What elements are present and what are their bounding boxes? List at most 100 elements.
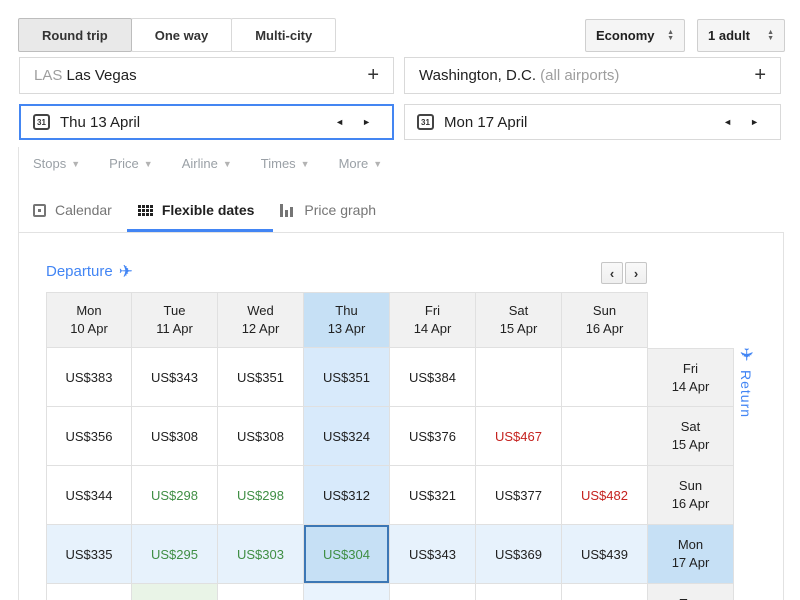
fare-cell[interactable] [46,584,132,600]
fare-cell[interactable] [132,584,218,600]
col-header-13-apr[interactable]: Thu13 Apr [304,292,390,348]
next-week-button[interactable]: › [625,262,647,284]
fare-cell[interactable]: US$303 [218,525,304,584]
matrix-header-row: Mon10 AprTue11 AprWed12 AprThu13 AprFri1… [46,292,735,348]
fare-cell[interactable]: US$384 [390,348,476,407]
chevron-down-icon: ▼ [301,159,310,169]
spinner-icon: ▲▼ [667,30,674,42]
fare-cell[interactable]: US$351 [218,348,304,407]
col-header-11-apr[interactable]: Tue11 Apr [132,292,218,348]
tab-price-graph[interactable]: Price graph [280,197,376,223]
calendar-icon: 31 [33,114,50,130]
passenger-select[interactable]: 1 adult ▲▼ [697,19,785,52]
destination-note: (all airports) [540,67,619,84]
fare-cell[interactable]: US$298 [218,466,304,525]
filter-bar: Stops▼ Price▼ Airline▼ Times▼ More▼ [33,156,382,171]
fare-cell[interactable]: US$308 [218,407,304,466]
add-destination-button[interactable]: + [744,64,766,87]
destination-text: Washington, D.C. (all airports) [419,67,744,84]
col-header-15-apr[interactable]: Sat15 Apr [476,292,562,348]
return-date-value: Mon 17 April [444,114,714,131]
stops-filter[interactable]: Stops▼ [33,156,80,171]
fare-cell[interactable]: US$439 [562,525,648,584]
return-plane-icon: ✈ [738,347,755,361]
fare-cell[interactable] [304,584,390,600]
row-header-15-apr[interactable]: Sat15 Apr [648,407,734,466]
row-header-17-apr[interactable]: Mon17 Apr [648,525,734,584]
departure-prev-day-button[interactable]: ◄ [326,113,353,131]
departure-next-day-button[interactable]: ► [353,113,380,131]
col-header-16-apr[interactable]: Sun16 Apr [562,292,648,348]
return-next-day-button[interactable]: ► [741,113,768,131]
grid-icon [138,205,153,216]
one-way-button[interactable]: One way [131,18,232,52]
departure-axis-label: Departure ✈ [46,263,133,280]
fare-cell[interactable]: US$312 [304,466,390,525]
spinner-icon: ▲▼ [767,30,774,42]
fare-cell[interactable] [562,348,648,407]
fare-cell[interactable]: US$351 [304,348,390,407]
header-spacer [648,292,734,348]
cabin-select[interactable]: Economy ▲▼ [585,19,685,52]
col-header-12-apr[interactable]: Wed12 Apr [218,292,304,348]
fare-cell[interactable] [562,584,648,600]
matrix-pager: ‹ › [601,262,647,284]
fare-cell[interactable] [562,407,648,466]
price-filter[interactable]: Price▼ [109,156,153,171]
chevron-down-icon: ▼ [223,159,232,169]
fare-cell[interactable]: US$344 [46,466,132,525]
fare-cell[interactable] [476,348,562,407]
col-header-10-apr[interactable]: Mon10 Apr [46,292,132,348]
multi-city-button[interactable]: Multi-city [231,18,336,52]
times-filter[interactable]: Times▼ [261,156,310,171]
fare-cell[interactable]: US$298 [132,466,218,525]
fare-cell[interactable]: US$377 [476,466,562,525]
fare-cell[interactable]: US$369 [476,525,562,584]
airline-filter[interactable]: Airline▼ [182,156,232,171]
chevron-down-icon: ▼ [71,159,80,169]
more-filter[interactable]: More▼ [339,156,383,171]
col-header-14-apr[interactable]: Fri14 Apr [390,292,476,348]
active-tab-underline [127,229,273,232]
departure-date-field[interactable]: 31 Thu 13 April ◄ ► [19,104,394,140]
fare-cell[interactable]: US$295 [132,525,218,584]
fare-cell[interactable] [390,584,476,600]
origin-field[interactable]: LAS Las Vegas + [19,57,394,94]
row-header-16-apr[interactable]: Sun16 Apr [648,466,734,525]
add-origin-button[interactable]: + [357,64,379,87]
return-axis-label: ✈ Return [738,346,754,418]
origin-text: LAS Las Vegas [34,67,357,84]
flexible-dates-panel: Departure ✈ ‹ › Mon10 AprTue11 AprWed12 … [18,232,784,600]
fare-cell[interactable]: US$482 [562,466,648,525]
fare-cell[interactable]: US$308 [132,407,218,466]
matrix-row: US$356US$308US$308US$324US$376US$467Sat1… [46,407,735,466]
fare-cell[interactable]: US$304 [304,525,390,584]
row-header-14-apr[interactable]: Fri14 Apr [648,348,734,407]
fare-cell[interactable]: US$321 [390,466,476,525]
fare-cell[interactable] [476,584,562,600]
return-date-field[interactable]: 31 Mon 17 April ◄ ► [404,104,781,140]
origin-airport-code: LAS [34,67,62,84]
fare-cell[interactable]: US$343 [132,348,218,407]
fare-cell[interactable]: US$343 [390,525,476,584]
fare-cell[interactable] [218,584,304,600]
tab-flexible-dates[interactable]: Flexible dates [138,197,255,223]
matrix-row: US$335US$295US$303US$304US$343US$369US$4… [46,525,735,584]
tab-calendar[interactable]: Calendar [33,197,112,223]
round-trip-button[interactable]: Round trip [18,18,132,52]
row-header-18-apr[interactable]: Tue18 Apr [648,584,734,600]
fare-cell[interactable]: US$376 [390,407,476,466]
fare-cell[interactable]: US$467 [476,407,562,466]
destination-field[interactable]: Washington, D.C. (all airports) + [404,57,781,94]
destination-city: Washington, D.C. [419,67,536,84]
fare-matrix: Mon10 AprTue11 AprWed12 AprThu13 AprFri1… [46,292,735,600]
cabin-select-value: Economy [596,28,655,43]
fare-cell[interactable]: US$383 [46,348,132,407]
fare-cell[interactable]: US$356 [46,407,132,466]
prev-week-button[interactable]: ‹ [601,262,623,284]
return-prev-day-button[interactable]: ◄ [714,113,741,131]
departure-date-value: Thu 13 April [60,114,326,131]
view-tabs: Calendar Flexible dates Price graph [33,197,376,223]
fare-cell[interactable]: US$335 [46,525,132,584]
fare-cell[interactable]: US$324 [304,407,390,466]
